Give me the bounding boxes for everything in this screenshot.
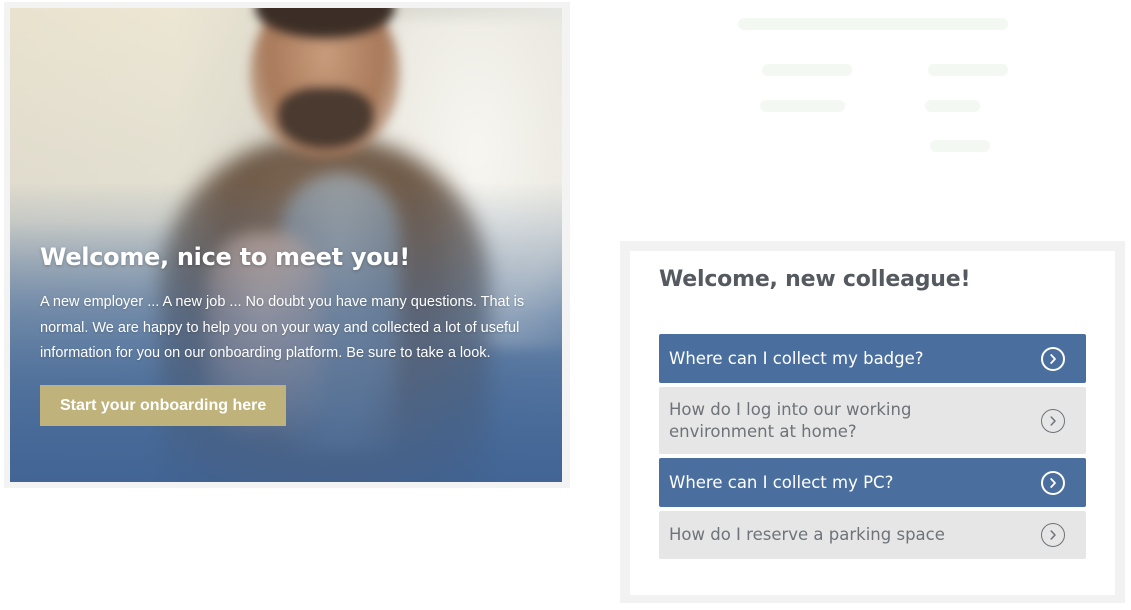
onboarding-screen: Welcome, nice to meet you! A new employe… <box>0 0 1131 610</box>
chevron-right-circle-icon <box>1041 408 1065 433</box>
faq-card: Welcome, new colleague! Where can I coll… <box>630 251 1115 595</box>
hero-card: Welcome, nice to meet you! A new employe… <box>10 8 562 482</box>
faq-item-label: How do I reserve a parking space <box>669 525 945 544</box>
hero-body-text: A new employer ... A new job ... No doub… <box>40 294 525 362</box>
hero-title: Welcome, nice to meet you! <box>40 243 410 271</box>
faq-item-parking[interactable]: How do I reserve a parking space <box>659 511 1086 559</box>
chevron-right-circle-icon <box>1041 523 1065 547</box>
faq-item-pc[interactable]: Where can I collect my PC? <box>659 458 1086 507</box>
faq-item-remote-login[interactable]: How do I log into our working environmen… <box>659 387 1086 454</box>
faq-title: Welcome, new colleague! <box>659 267 971 292</box>
start-onboarding-button[interactable]: Start your onboarding here <box>40 384 287 426</box>
faq-item-label: Where can I collect my PC? <box>669 472 894 492</box>
hero-content: Welcome, nice to meet you! A new employe… <box>40 240 540 426</box>
chevron-right-circle-icon <box>1041 346 1065 371</box>
chevron-right-circle-icon <box>1041 470 1065 495</box>
hero-photo-beard <box>278 88 373 148</box>
faq-item-label: Where can I collect my badge? <box>669 348 924 368</box>
faq-item-badge[interactable]: Where can I collect my badge? <box>659 334 1086 383</box>
faq-item-label: How do I log into our working environmen… <box>669 399 912 441</box>
